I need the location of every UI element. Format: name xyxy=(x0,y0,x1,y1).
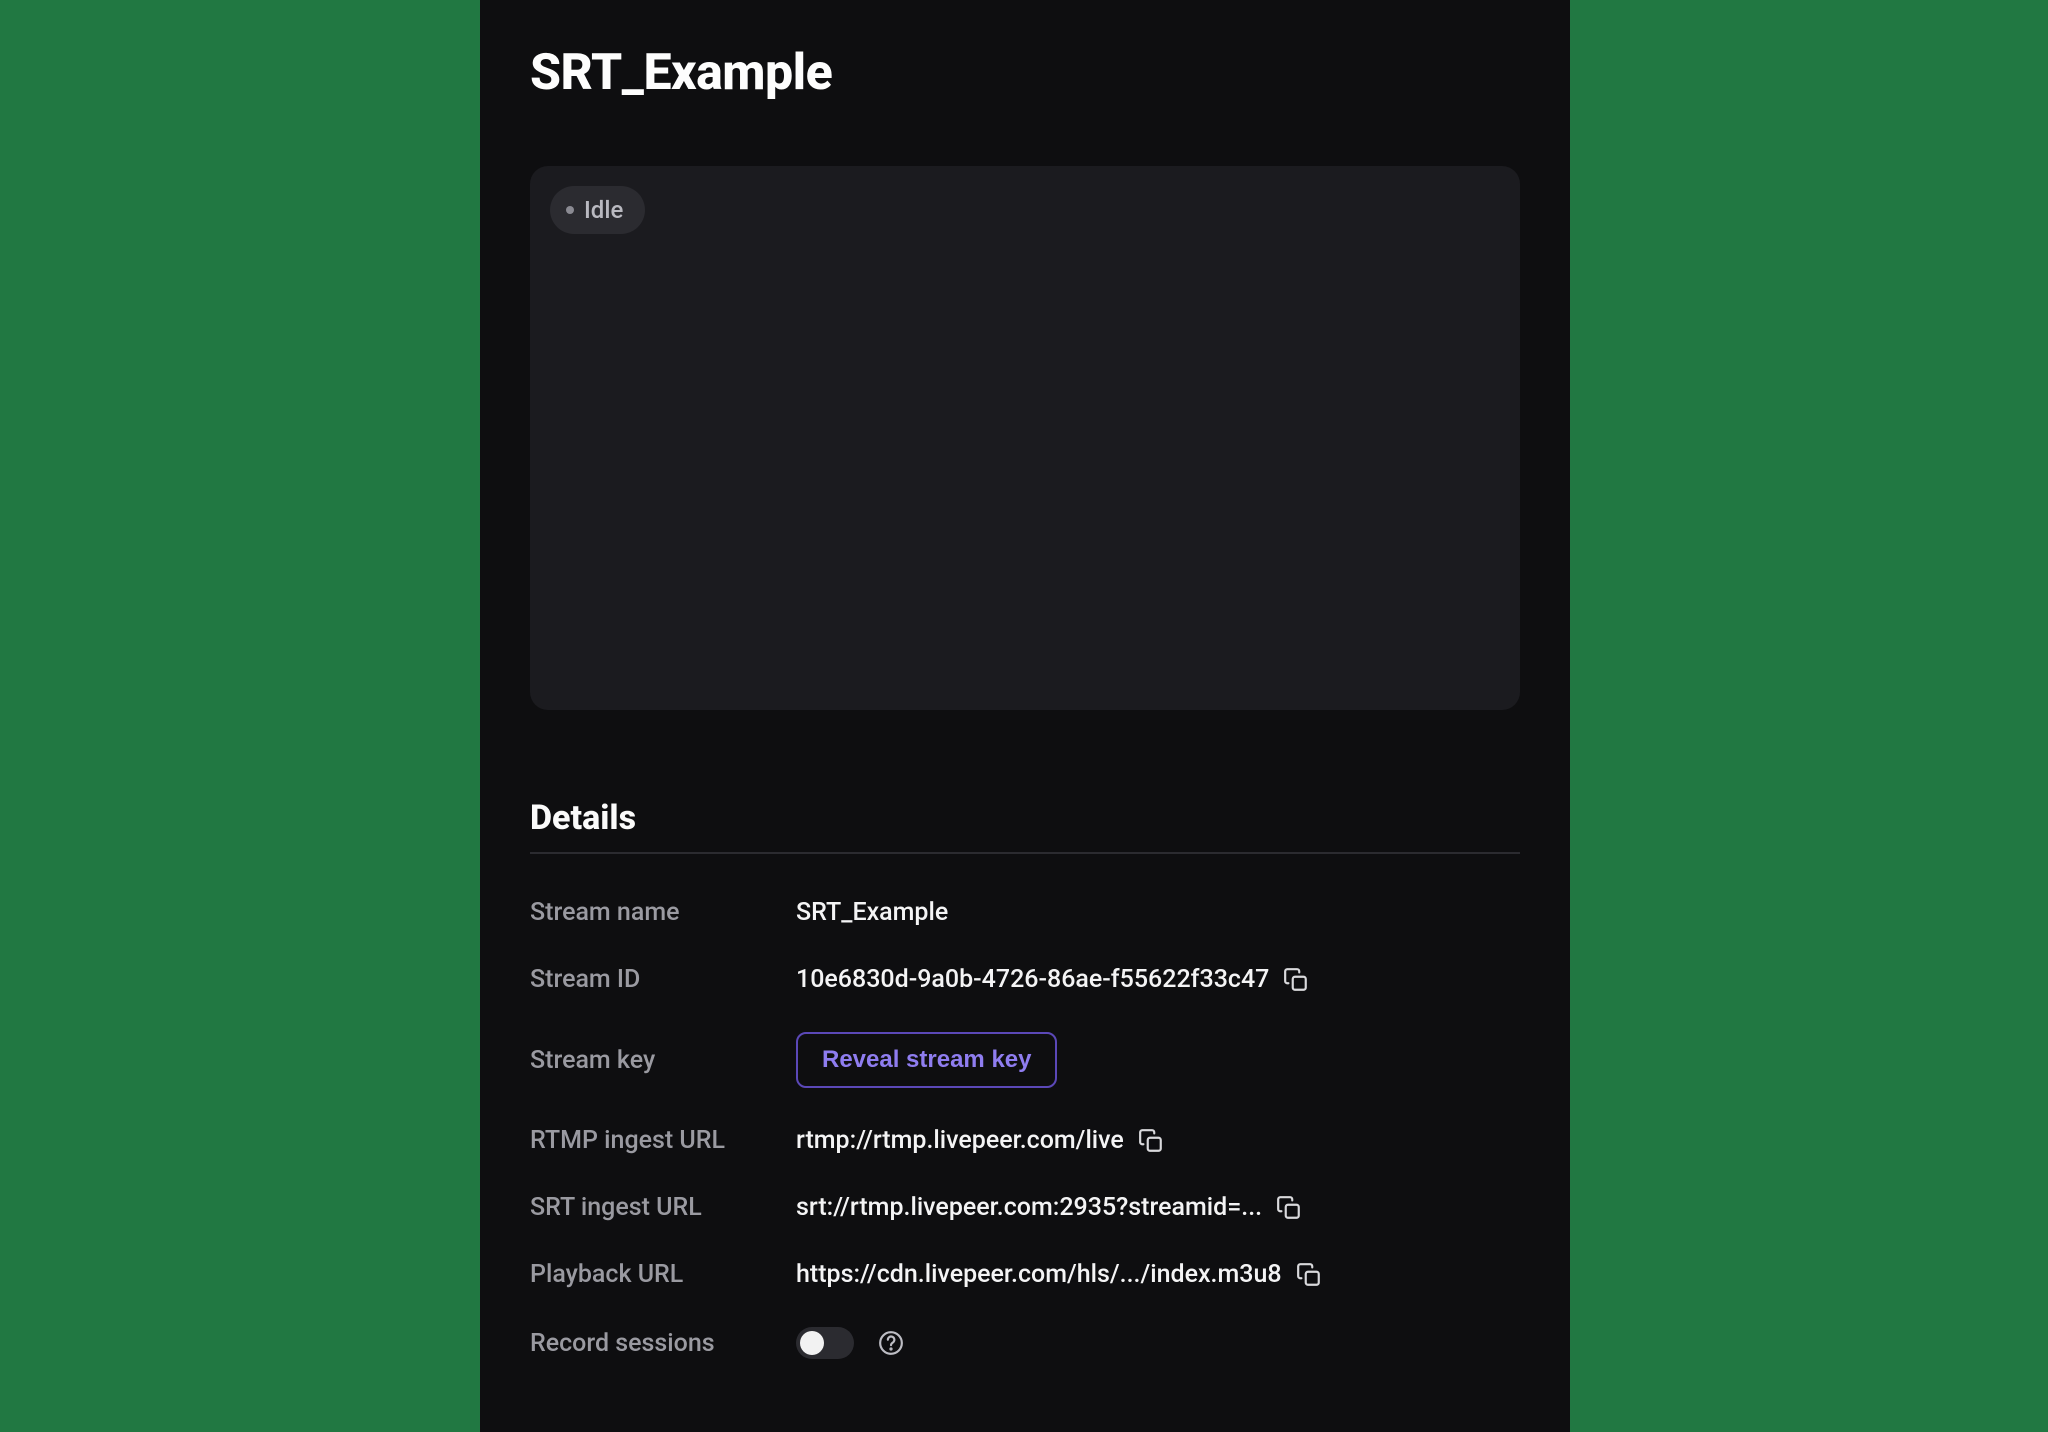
section-heading-details: Details xyxy=(530,798,1520,838)
value-playback-url: https://cdn.livepeer.com/hls/.../index.m… xyxy=(796,1260,1520,1289)
label-record-sessions: Record sessions xyxy=(530,1329,792,1358)
help-icon[interactable] xyxy=(878,1330,904,1356)
value-record-sessions xyxy=(796,1327,1520,1359)
text-playback-url: https://cdn.livepeer.com/hls/.../index.m… xyxy=(796,1260,1282,1289)
value-stream-id: 10e6830d-9a0b-4726-86ae-f55622f33c47 xyxy=(796,965,1520,994)
label-stream-id: Stream ID xyxy=(530,965,792,994)
value-stream-name: SRT_Example xyxy=(796,898,1520,927)
label-playback-url: Playback URL xyxy=(530,1260,792,1289)
toggle-knob xyxy=(800,1331,824,1355)
page-title: SRT_Example xyxy=(530,44,1520,102)
text-stream-name: SRT_Example xyxy=(796,898,948,927)
value-srt-url: srt://rtmp.livepeer.com:2935?streamid=..… xyxy=(796,1193,1520,1222)
text-rtmp-url: rtmp://rtmp.livepeer.com/live xyxy=(796,1126,1124,1155)
text-stream-id: 10e6830d-9a0b-4726-86ae-f55622f33c47 xyxy=(796,965,1269,994)
copy-icon[interactable] xyxy=(1138,1128,1164,1154)
reveal-stream-key-button[interactable]: Reveal stream key xyxy=(796,1032,1057,1088)
value-stream-key: Reveal stream key xyxy=(796,1032,1520,1088)
copy-icon[interactable] xyxy=(1283,967,1309,993)
stream-settings-panel: SRT_Example Idle Details Stream name SRT… xyxy=(480,0,1570,1432)
stream-preview: Idle xyxy=(530,166,1520,710)
record-sessions-toggle[interactable] xyxy=(796,1327,854,1359)
section-divider xyxy=(530,852,1520,854)
label-stream-name: Stream name xyxy=(530,898,792,927)
text-srt-url: srt://rtmp.livepeer.com:2935?streamid=..… xyxy=(796,1193,1262,1222)
status-label: Idle xyxy=(584,196,623,224)
copy-icon[interactable] xyxy=(1276,1195,1302,1221)
copy-icon[interactable] xyxy=(1296,1262,1322,1288)
status-badge: Idle xyxy=(550,186,645,234)
status-dot-icon xyxy=(566,206,574,214)
details-grid: Stream name SRT_Example Stream ID 10e683… xyxy=(530,898,1520,1359)
label-stream-key: Stream key xyxy=(530,1046,792,1075)
label-rtmp-url: RTMP ingest URL xyxy=(530,1126,792,1155)
value-rtmp-url: rtmp://rtmp.livepeer.com/live xyxy=(796,1126,1520,1155)
label-srt-url: SRT ingest URL xyxy=(530,1193,792,1222)
